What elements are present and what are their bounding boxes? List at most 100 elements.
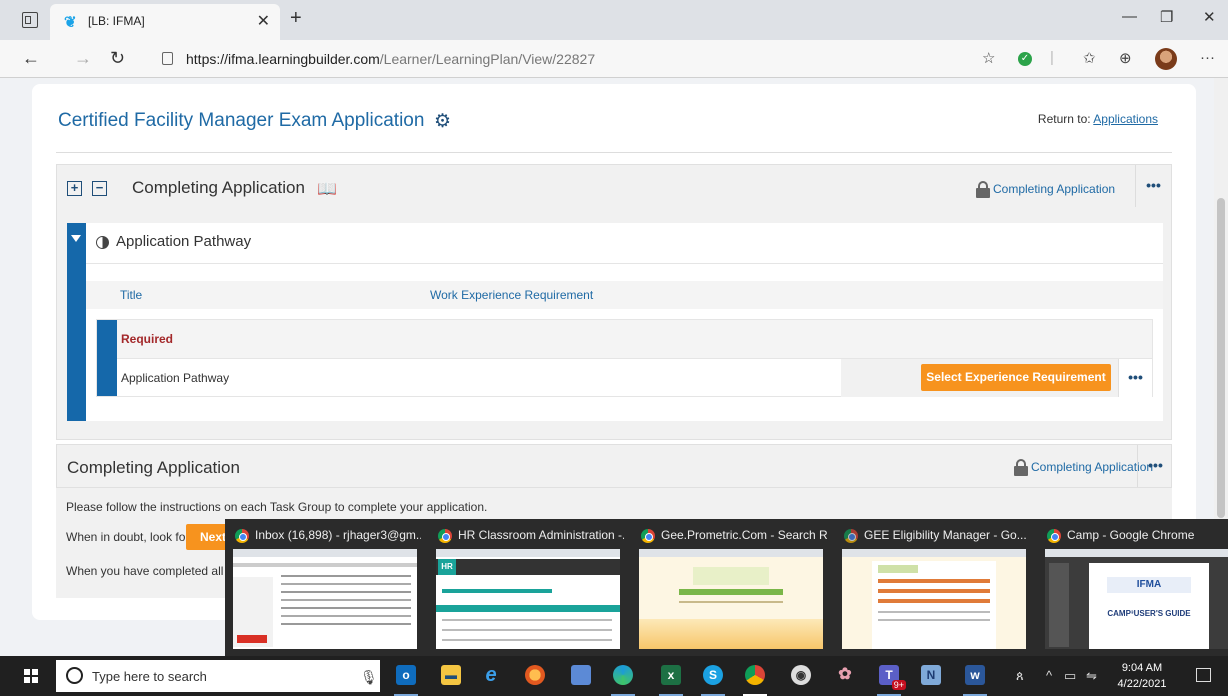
table-row: Application Pathway Select Experience Re… [117,358,1152,397]
select-experience-requirement-button[interactable]: Select Experience Requirement [921,364,1111,391]
col-title[interactable]: Title [120,288,142,302]
back-icon[interactable]: ← [22,48,40,69]
chrome-icon [1047,529,1061,543]
tab-actions-icon[interactable] [22,12,38,28]
col-requirement[interactable]: Work Experience Requirement [430,288,593,302]
pathway-title: Application Pathway [116,233,252,250]
clock-date: 4/22/2021 [1117,678,1167,690]
expand-all-icon[interactable]: + [67,181,82,196]
battery-icon[interactable]: ▭ [1064,668,1076,684]
preview-label: Inbox (16,898) - rjhager3@gm... [255,528,421,542]
ifma-logo-text: IFMA [1107,577,1191,593]
lock-icon [1014,459,1028,476]
instruction-line-2: When in doubt, look for [66,530,190,544]
caret-down-icon[interactable] [71,235,81,242]
completing-application-section-2: Completing Application Completing Applic… [56,444,1172,488]
chevron-up-icon[interactable]: ^ [1046,668,1052,683]
site-info-icon[interactable] [162,52,173,65]
restore-icon[interactable]: ❐ [1160,8,1173,26]
skype-app[interactable]: S [698,662,728,696]
clock-time: 9:04 AM [1121,662,1163,674]
toolbar-divider: | [1050,49,1054,66]
taskbar-preview-popup: Inbox (16,898) - rjhager3@gm... HR Class… [225,519,1228,656]
half-circle-status-icon [96,236,109,249]
required-label: Required [121,332,174,346]
preview-label: Gee.Prometric.Com - Search Re... [661,528,827,542]
preview-label: HR Classroom Administration -... [458,528,624,542]
url-path: /Learner/LearningPlan/View/22827 [379,51,596,67]
camera-app[interactable]: ◉ [786,662,816,690]
section2-menu-button[interactable]: ••• [1137,445,1173,487]
preview-image [639,549,823,649]
notification-icon[interactable] [1196,668,1211,682]
minimize-icon[interactable]: — [1122,8,1137,25]
people-tray-icon[interactable]: ጰ [1016,668,1024,684]
search-placeholder: Type here to search [92,669,207,684]
url-field[interactable]: https://ifma.learningbuilder.com/Learner… [148,45,978,73]
favorite-add-icon[interactable]: ☆ [982,49,995,67]
preview-image [233,549,417,649]
row-menu-button[interactable]: ••• [1118,359,1152,397]
teams-app[interactable]: T 9+ [874,662,906,696]
file-explorer-app[interactable]: ▬ [436,662,466,690]
clock[interactable]: 9:04 AM 4/22/2021 [1110,660,1174,692]
column-header-bar: Title Work Experience Requirement [86,281,1163,309]
refresh-icon[interactable]: ↻ [110,48,125,69]
chrome-icon [844,529,858,543]
section2-status[interactable]: Completing Application [1031,460,1153,474]
collections-icon[interactable]: ⊕ [1119,49,1132,67]
preview-inbox[interactable]: Inbox (16,898) - rjhager3@gm... [225,519,425,656]
close-tab-icon[interactable]: ✕ [257,11,270,31]
preview-image: IFMA CAMP³USER'S GUIDE [1045,549,1228,649]
preview-label: GEE Eligibility Manager - Go... [864,528,1027,542]
browser-tab-active[interactable]: ❦ [LB: IFMA] ✕ [50,4,280,40]
section-status[interactable]: Completing Application [993,182,1115,196]
chrome-app[interactable] [740,662,770,696]
required-accent-bar [97,320,117,396]
learningbuilder-favicon-icon: ❦ [64,14,77,31]
profile-avatar[interactable] [1155,48,1177,70]
excel-app[interactable]: x [656,662,686,696]
preview-gee-eligibility[interactable]: GEE Eligibility Manager - Go... [834,519,1034,656]
collapse-all-icon[interactable]: − [92,181,107,196]
taskbar-search-box[interactable]: Type here to search 🎙 [56,660,380,692]
new-tab-icon[interactable]: + [290,7,302,30]
scrollbar-thumb[interactable] [1217,198,1225,518]
word-app[interactable]: w [960,662,990,696]
camp-guide-title: CAMP³USER'S GUIDE [1107,609,1191,618]
row-action-cell: Select Experience Requirement ••• [841,359,1152,397]
firefox-app[interactable] [520,662,550,690]
windows-taskbar: Type here to search 🎙 o ▬ e x S ◉ ✿ T 9+ … [0,656,1228,696]
onenote-app[interactable]: N [916,662,946,690]
more-menu-icon[interactable]: ··· [1200,49,1215,66]
hr-logo: HR [438,559,456,575]
outlook-app[interactable]: o [391,662,421,696]
extension-check-icon[interactable]: ✓ [1018,52,1032,66]
close-window-icon[interactable]: ✕ [1203,8,1216,26]
preview-prometric[interactable]: Gee.Prometric.Com - Search Re... [631,519,831,656]
return-label: Return to: [1037,112,1091,126]
pathway-divider [86,263,1163,264]
paint-app[interactable]: ✿ [830,662,860,690]
preview-hr-classroom[interactable]: HR Classroom Administration -... HR [428,519,628,656]
tab-title: [LB: IFMA] [88,14,145,28]
chrome-icon [641,529,655,543]
section2-title: Completing Application [67,458,240,477]
lock-icon [976,181,990,198]
gear-icon[interactable]: ⚙ [434,110,451,133]
preview-camp[interactable]: Camp - Google Chrome IFMA CAMP³USER'S GU… [1037,519,1228,656]
people-app[interactable] [566,662,596,690]
return-to: Return to: Applications [1038,112,1158,126]
pathway-toggle[interactable] [67,223,86,421]
internet-explorer-app[interactable]: e [476,662,506,690]
applications-link[interactable]: Applications [1093,112,1158,126]
microphone-icon[interactable]: 🎙 [360,669,378,686]
section-menu-button[interactable]: ••• [1135,165,1171,207]
forward-icon[interactable]: → [74,48,92,69]
network-icon[interactable]: ⇋ [1086,668,1097,684]
favorites-icon[interactable]: ✩ [1083,49,1096,67]
preview-label: Camp - Google Chrome [1067,528,1195,542]
windows-start-icon[interactable] [24,669,38,683]
edge-app[interactable] [608,662,638,696]
completing-application-section: + − Completing Application 📖 Completing … [56,164,1172,440]
